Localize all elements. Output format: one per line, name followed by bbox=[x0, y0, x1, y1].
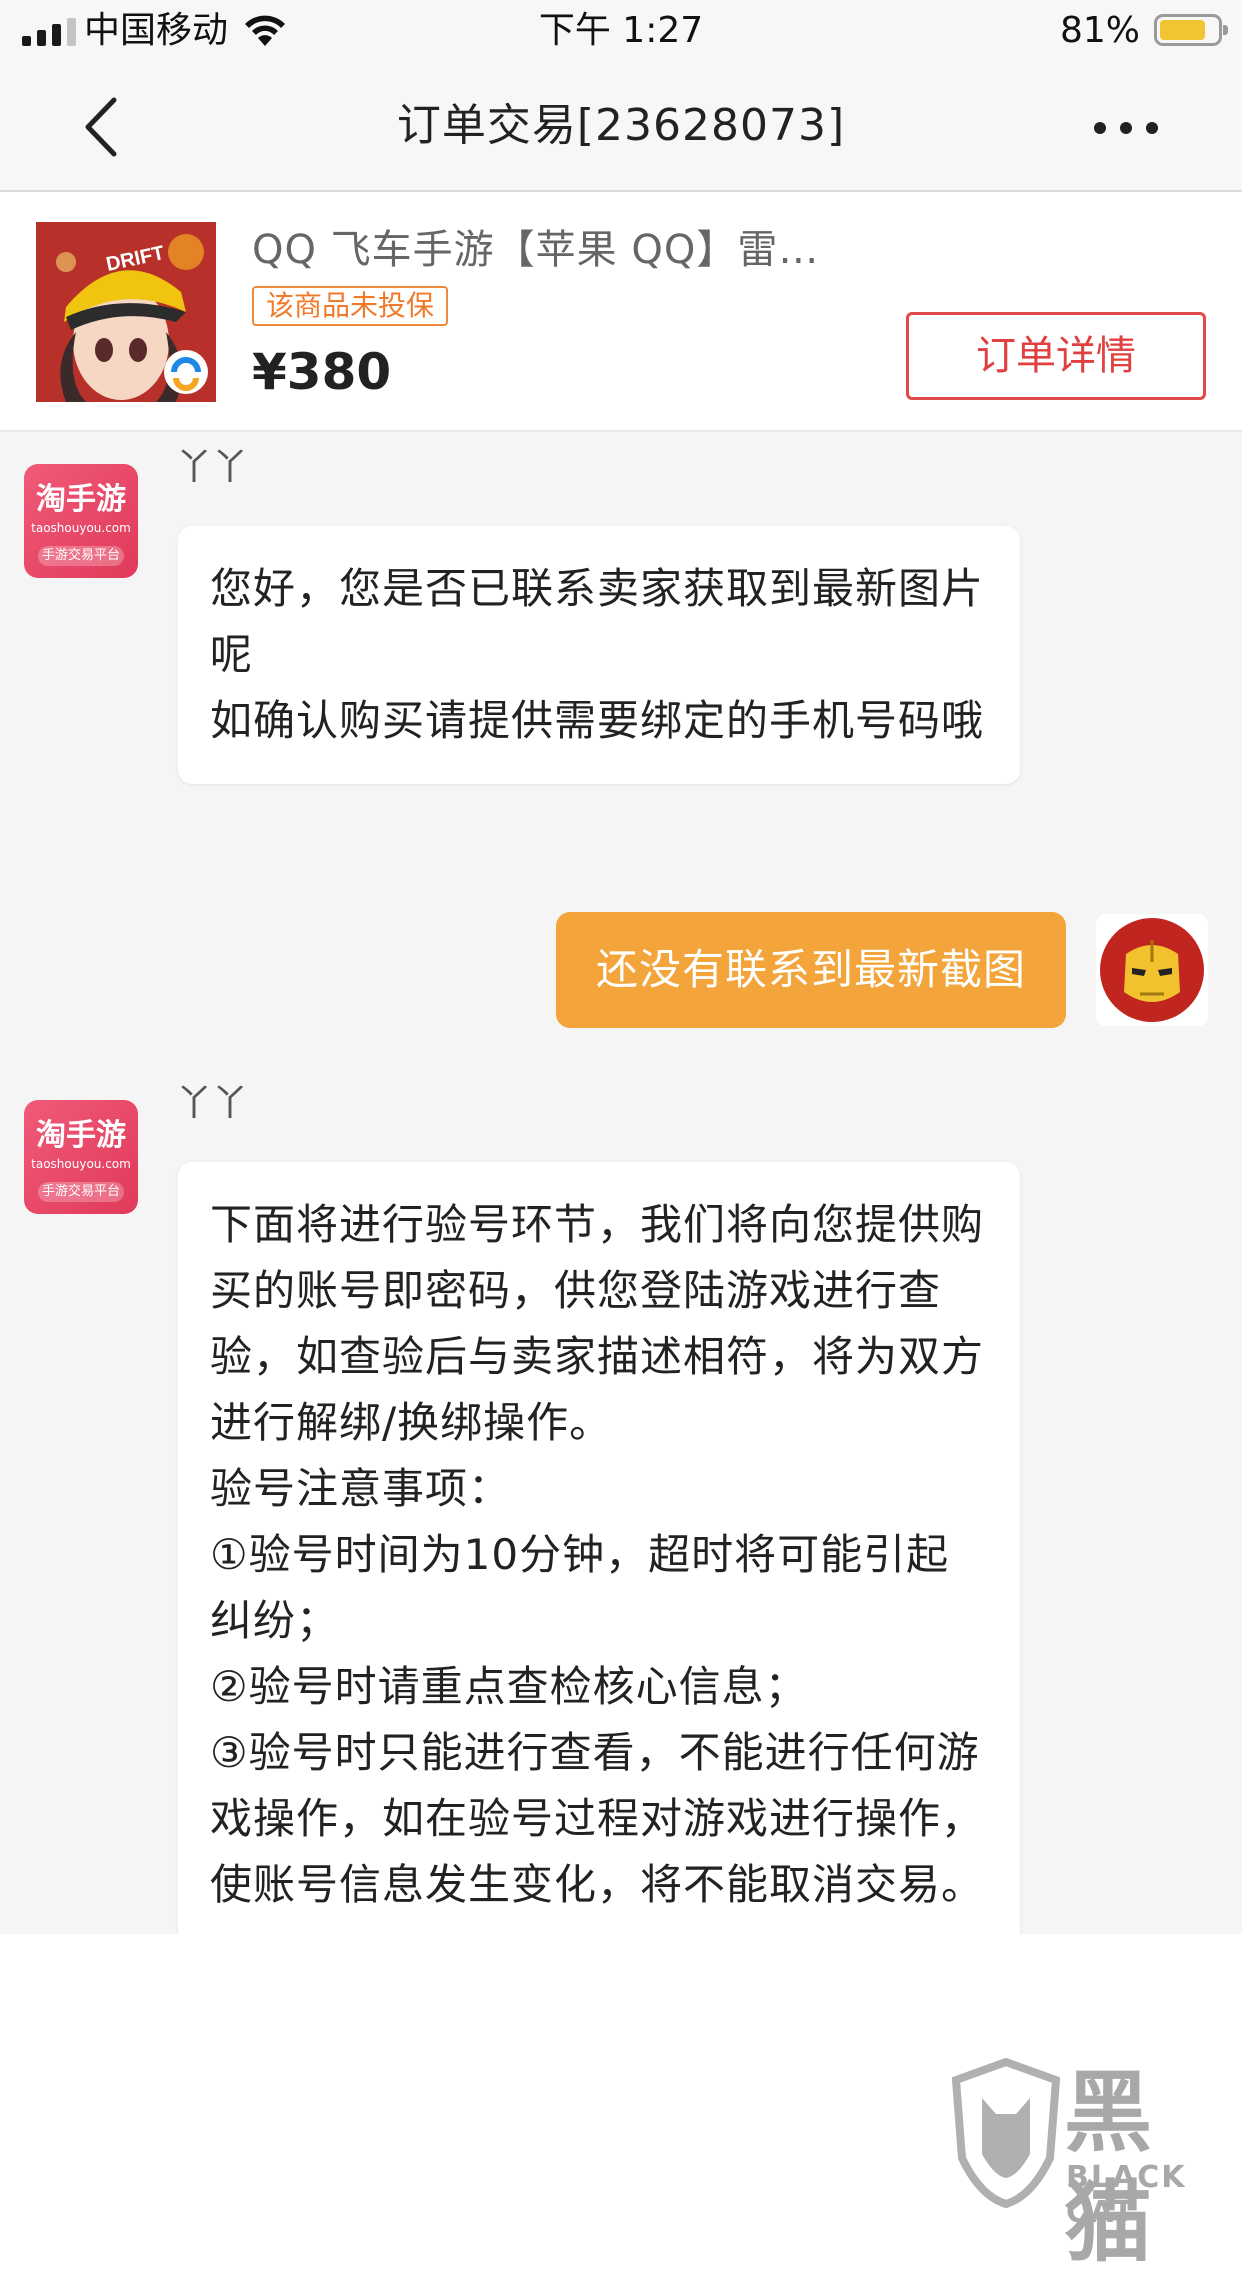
sender-name: 丫丫 bbox=[176, 447, 249, 488]
shop-logo-sub: 手游交易平台 bbox=[38, 546, 124, 566]
shop-logo-main: 淘手游 bbox=[36, 1118, 126, 1153]
message-bubble-agent: 下面将进行验号环节，我们将向您提供购买的账号即密码，供您登陆游戏进行查验，如查验… bbox=[178, 1162, 1020, 1934]
shop-avatar[interactable]: 淘手游 taoshouyou.com 手游交易平台 bbox=[24, 464, 138, 578]
black-cat-shield-icon bbox=[952, 2058, 1060, 2208]
watermark-subtext: BLACK CAT bbox=[1066, 2160, 1187, 2230]
shop-logo-main: 淘手游 bbox=[36, 482, 126, 517]
insurance-badge: 该商品未投保 bbox=[252, 286, 449, 326]
sender-name: 丫丫 bbox=[176, 1083, 249, 1124]
bottom-area: 黑猫 BLACK CAT bbox=[0, 1934, 1242, 2274]
message-line: ③验号时只能进行查看，不能进行任何游戏操作，如在验号过程对游戏进行操作，使账号信… bbox=[210, 1728, 985, 1909]
battery-percent: 81% bbox=[1059, 10, 1140, 51]
shop-logo-sub: 手游交易平台 bbox=[38, 1182, 124, 1202]
status-time: 下午 1:27 bbox=[538, 10, 704, 51]
order-detail-button[interactable]: 订单详情 bbox=[906, 312, 1206, 400]
message-line: 下面将进行验号环节，我们将向您提供购买的账号即密码，供您登陆游戏进行查验，如查验… bbox=[210, 1200, 985, 1447]
shop-logo-url: taoshouyou.com bbox=[31, 1157, 131, 1171]
nav-bar: 订单交易[23628073] bbox=[0, 62, 1242, 192]
message-line: ①验号时间为10分钟，超时将可能引起纠纷； bbox=[210, 1530, 950, 1645]
product-thumbnail[interactable]: DRIFT bbox=[36, 222, 216, 402]
product-price: ¥380 bbox=[252, 343, 392, 401]
battery-fill bbox=[1160, 20, 1205, 40]
more-dots-icon[interactable] bbox=[1094, 122, 1158, 134]
message-bubble-self: 还没有联系到最新截图 bbox=[555, 912, 1066, 1028]
message-line: 如确认购买请提供需要绑定的手机号码哦 bbox=[210, 696, 985, 745]
message-bubble-agent: 您好，您是否已联系卖家获取到最新图片呢 如确认购买请提供需要绑定的手机号码哦 bbox=[178, 526, 1020, 784]
message-line: 验号注意事项： bbox=[210, 1464, 512, 1513]
page-title: 订单交易[23628073] bbox=[396, 100, 846, 151]
message-line: ②验号时请重点查检核心信息； bbox=[210, 1662, 808, 1711]
battery-icon bbox=[1154, 14, 1228, 46]
chat-area[interactable]: 淘手游 taoshouyou.com 手游交易平台 丫丫 您好，您是否已联系卖家… bbox=[0, 432, 1242, 1934]
message-line: 您好，您是否已联系卖家获取到最新图片呢 bbox=[210, 564, 985, 679]
user-avatar[interactable] bbox=[1096, 914, 1208, 1026]
watermark: 黑猫 BLACK CAT bbox=[952, 2058, 1242, 2274]
product-card[interactable]: DRIFT QQ 飞车手游【苹果 QQ】雷… 该商品未投保 ¥380 订单详情 bbox=[0, 192, 1242, 432]
shop-avatar[interactable]: 淘手游 taoshouyou.com 手游交易平台 bbox=[24, 1100, 138, 1214]
status-bar: 中国移动 下午 1:27 81% bbox=[0, 0, 1242, 62]
ironman-avatar-icon bbox=[1096, 914, 1208, 1026]
shop-logo-url: taoshouyou.com bbox=[31, 521, 131, 535]
product-title[interactable]: QQ 飞车手游【苹果 QQ】雷… bbox=[252, 222, 832, 278]
